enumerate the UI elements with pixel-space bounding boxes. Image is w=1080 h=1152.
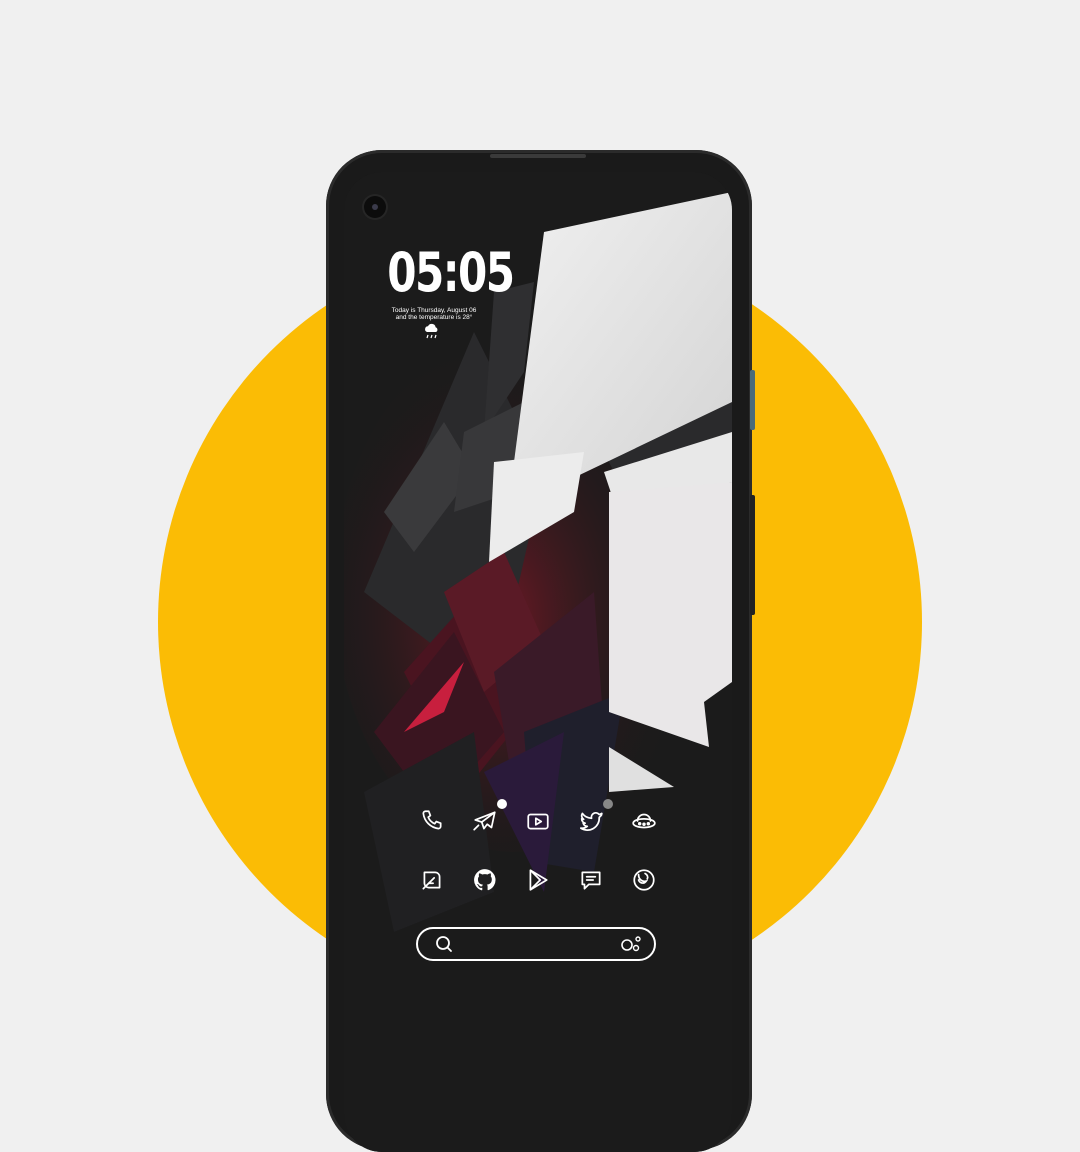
twitter-icon[interactable]	[577, 807, 605, 835]
temperature-line: and the temperature is 28°	[395, 314, 473, 321]
phone-speaker	[490, 154, 586, 158]
front-camera	[364, 196, 386, 218]
phone-icon[interactable]	[418, 807, 446, 835]
power-button	[750, 495, 755, 615]
volume-button	[750, 370, 755, 430]
search-icon[interactable]	[434, 934, 454, 954]
feedly-icon[interactable]	[418, 866, 446, 894]
assistant-icon[interactable]	[620, 934, 642, 954]
github-icon[interactable]	[471, 866, 499, 894]
firefox-icon[interactable]	[630, 866, 658, 894]
ufo-icon[interactable]	[630, 807, 658, 835]
cloud-rain-icon	[425, 323, 438, 339]
phone-screen: 05:05 Today is Thursday, August 06 and t…	[344, 172, 732, 1152]
lockscreen-clock: 05:05	[387, 241, 515, 304]
telegram-icon[interactable]	[471, 807, 499, 835]
search-bar[interactable]	[416, 927, 656, 961]
youtube-icon[interactable]	[524, 807, 552, 835]
messages-icon[interactable]	[577, 866, 605, 894]
play-store-icon[interactable]	[524, 866, 552, 894]
